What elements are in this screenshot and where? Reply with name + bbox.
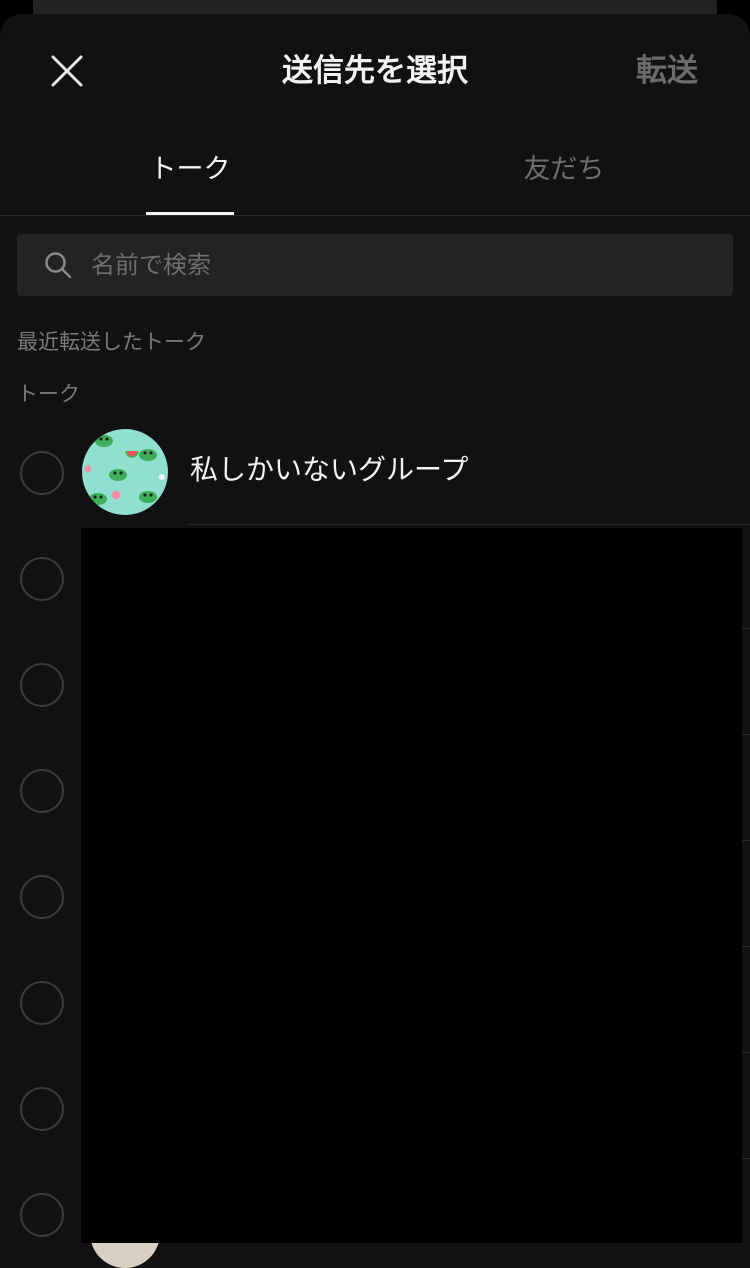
search-input[interactable]: [91, 234, 711, 296]
tab-talk-label: トーク: [149, 154, 231, 185]
group-avatar: [82, 429, 168, 515]
frog-pattern-icon: [82, 429, 168, 515]
select-radio[interactable]: [20, 769, 64, 813]
forward-button[interactable]: 転送: [636, 48, 698, 94]
select-radio[interactable]: [20, 557, 64, 601]
search-bar: [17, 234, 733, 296]
search-icon: [45, 252, 72, 279]
share-target-sheet: 送信先を選択 転送 トーク 友だち 最近転送したトーク トーク: [0, 14, 750, 1268]
select-radio[interactable]: [20, 1193, 64, 1237]
select-radio[interactable]: [20, 981, 64, 1025]
row-divider: [188, 524, 750, 525]
tab-friends[interactable]: 友だち: [505, 128, 623, 215]
active-tab-indicator: [146, 212, 234, 215]
header: 送信先を選択 転送: [0, 14, 750, 128]
tab-friends-label: 友だち: [523, 154, 605, 185]
section-label-talk: トーク: [17, 382, 80, 406]
redacted-area: [81, 528, 742, 1243]
section-label-recent: 最近転送したトーク: [17, 330, 206, 354]
select-radio[interactable]: [20, 663, 64, 707]
select-radio[interactable]: [20, 1087, 64, 1131]
select-radio[interactable]: [20, 451, 64, 495]
tab-talk[interactable]: トーク: [146, 128, 234, 215]
tab-bar: トーク 友だち: [0, 128, 750, 216]
talk-name: 私しかいないグループ: [190, 453, 469, 486]
select-radio[interactable]: [20, 875, 64, 919]
